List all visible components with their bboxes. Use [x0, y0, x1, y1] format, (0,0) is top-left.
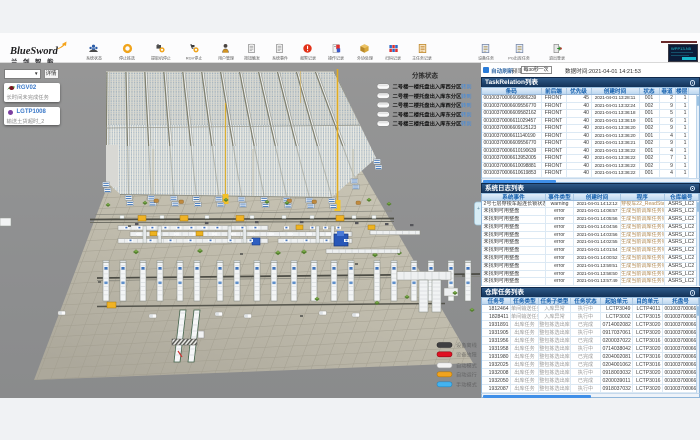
svg-text:二号楼二楼托盘出入库东分区: 二号楼二楼托盘出入库东分区 [393, 110, 463, 118]
svg-text:手动模式: 手动模式 [456, 380, 478, 388]
svg-text:分拣状态: 分拣状态 [412, 71, 439, 80]
svg-text:设备离线: 设备离线 [456, 341, 477, 349]
svg-text:+: + [477, 206, 480, 212]
svg-text:转到: 转到 [461, 101, 472, 109]
svg-text:设备故障: 设备故障 [456, 350, 477, 358]
svg-text:自动运行: 自动运行 [456, 370, 477, 378]
svg-text:转到: 转到 [461, 110, 472, 118]
svg-text:转到: 转到 [461, 92, 472, 100]
svg-text:二号楼一楼托盘出入库东分区: 二号楼一楼托盘出入库东分区 [393, 92, 463, 100]
svg-text:转到: 转到 [461, 83, 472, 91]
svg-text:二号楼二楼托盘出入库西分区: 二号楼二楼托盘出入库西分区 [393, 101, 463, 109]
svg-text:转到: 转到 [461, 120, 472, 128]
svg-text:二号楼一楼托盘出入库西分区: 二号楼一楼托盘出入库西分区 [393, 83, 463, 91]
svg-text:二号楼三楼托盘出入库东分区: 二号楼三楼托盘出入库东分区 [393, 120, 463, 128]
svg-text:自动模式: 自动模式 [456, 361, 478, 369]
